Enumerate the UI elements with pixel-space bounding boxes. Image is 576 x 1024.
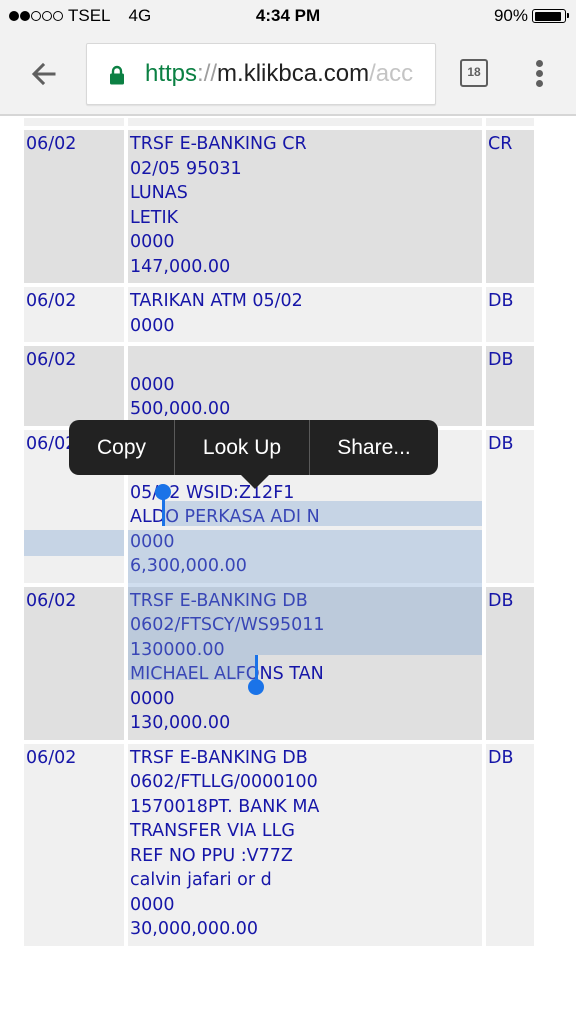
transaction-row: 04/02 WSID:328M1ERIKA TANSIL000010,000,0… xyxy=(24,118,536,126)
back-button[interactable] xyxy=(26,56,62,92)
transaction-date: 06/02 xyxy=(24,287,124,342)
status-bar: TSEL 4G 4:34 PM 90% xyxy=(0,0,576,34)
description-line: 10,000,000.00 xyxy=(130,118,480,122)
text-selection xyxy=(128,530,482,655)
battery-fill xyxy=(534,11,561,21)
description-line: 130,000.00 xyxy=(130,713,231,733)
transaction-date: 06/02 xyxy=(24,586,124,740)
url-scheme: https xyxy=(145,60,198,87)
url-bar[interactable]: https://m.klikbca.com/acc xyxy=(86,43,436,105)
transaction-type: DB xyxy=(486,586,534,740)
description-line: 30,000,000.00 xyxy=(130,919,259,939)
lock-icon xyxy=(110,65,124,85)
description-line: 1570018PT. BANK MA xyxy=(130,796,320,817)
transaction-description: 0000 500,000.00 xyxy=(128,346,482,426)
browser-toolbar: https://m.klikbca.com/acc 18 xyxy=(0,34,576,116)
transaction-type: DB xyxy=(486,743,534,946)
url-text: https://m.klikbca.com/acc xyxy=(145,59,413,89)
transaction-date: 06/02 xyxy=(24,743,124,946)
transaction-description: 04/02 WSID:328M1ERIKA TANSIL000010,000,0… xyxy=(128,118,482,126)
transaction-description: TARIKAN ATM 05/02 0000 xyxy=(128,287,482,342)
transaction-description: TRSF E-BANKING CR 02/05 95031 LUNAS LETIK 00… xyxy=(128,130,482,283)
share-button[interactable]: Share... xyxy=(309,420,438,475)
transaction-row: 06/02 TRSF E-BANKING CR 02/05 95031 LUNAS LE… xyxy=(24,130,536,283)
description-line: TRANSFER VIA LLG xyxy=(130,821,295,841)
text-selection xyxy=(128,655,256,680)
description-line: TRSF E-BANKING CR xyxy=(130,134,307,154)
description-line: 0000 xyxy=(130,374,175,395)
text-selection-menu: Copy Look Up Share... xyxy=(69,420,438,489)
copy-button[interactable]: Copy xyxy=(69,420,174,475)
transaction-type: DB xyxy=(486,429,534,583)
look-up-button[interactable]: Look Up xyxy=(174,420,309,475)
transaction-type: DB xyxy=(486,346,534,426)
battery-icon xyxy=(532,9,569,23)
battery-percent: 90% xyxy=(493,6,528,25)
tab-count: 18 xyxy=(467,65,481,79)
description-line: TARIKAN ATM 05/02 xyxy=(130,291,303,311)
menu-dot xyxy=(536,80,543,87)
transaction-row: 06/02 TRSF E-BANKING DB 0602/FTLLG/0000100… xyxy=(24,743,536,946)
url-separator: :// xyxy=(197,60,218,87)
transaction-row: 06/02 0000 500,000.00 DB xyxy=(24,346,536,426)
description-line: calvin jafari or d xyxy=(130,870,272,890)
arrow-left-icon xyxy=(31,62,56,86)
transaction-date xyxy=(24,118,124,126)
description-line: TRSF E-BANKING DB xyxy=(130,747,308,768)
description-line: 0000 xyxy=(130,315,175,336)
selection-end-knob[interactable] xyxy=(248,679,264,695)
text-selection xyxy=(164,501,482,526)
callout-arrow xyxy=(241,475,269,489)
clock: 4:34 PM xyxy=(255,6,321,25)
description-line: REF NO PPU :V77Z xyxy=(130,845,293,866)
description-line: 0000 xyxy=(130,894,175,915)
description-line: LUNAS xyxy=(130,183,188,203)
more-vert-icon[interactable] xyxy=(530,58,550,90)
description-line: 0000 xyxy=(130,232,175,252)
transaction-row: 06/02 TARIKAN ATM 05/02 0000 DB xyxy=(24,287,536,342)
url-path: /acc xyxy=(369,60,414,87)
description-line: 500,000.00 xyxy=(130,399,231,419)
transaction-type: CR xyxy=(486,130,534,283)
transaction-type xyxy=(486,118,534,126)
description-line: 0602/FTLLG/0000100 xyxy=(130,772,318,792)
url-host: m.klikbca.com xyxy=(217,60,370,87)
tab-switcher-button[interactable]: 18 xyxy=(460,59,488,87)
text-selection xyxy=(24,530,124,556)
transaction-date: 06/02 xyxy=(24,346,124,426)
description-line: 0000 xyxy=(130,688,175,709)
description-line xyxy=(130,348,480,373)
menu-dot xyxy=(536,70,543,77)
description-line: 147,000.00 xyxy=(130,256,231,277)
transaction-date: 06/02 xyxy=(24,130,124,283)
selection-start-knob[interactable] xyxy=(155,484,171,500)
description-line: 02/05 95031 xyxy=(130,158,242,179)
menu-dot xyxy=(536,60,543,67)
description-line: LETIK xyxy=(130,207,179,228)
transaction-type: DB xyxy=(486,287,534,342)
transaction-description: TRSF E-BANKING DB 0602/FTLLG/0000100 15700… xyxy=(128,743,482,946)
